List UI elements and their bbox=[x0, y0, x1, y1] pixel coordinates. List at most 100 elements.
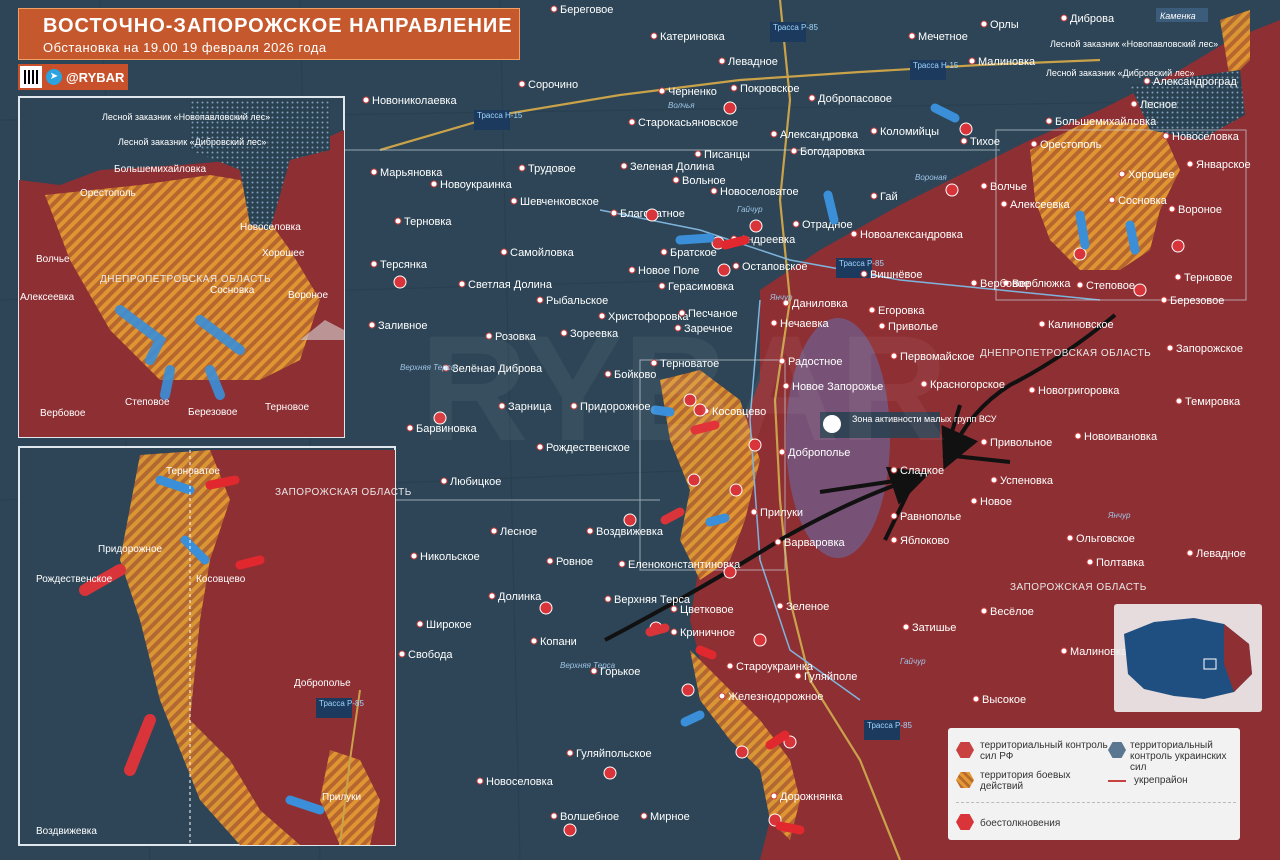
town-marker bbox=[536, 296, 544, 304]
clash-icon bbox=[687, 473, 701, 487]
town-marker bbox=[660, 248, 668, 256]
road-label: Трасса Р-85 bbox=[839, 259, 884, 268]
town-label: Полтавка bbox=[1096, 557, 1145, 569]
town-marker bbox=[1130, 100, 1138, 108]
town-marker bbox=[850, 230, 858, 238]
inset-1-town-label: Терновое bbox=[265, 402, 310, 413]
town-marker bbox=[1186, 160, 1194, 168]
fortified-swatch bbox=[1108, 780, 1126, 782]
movement-arrow bbox=[680, 710, 705, 727]
town-label: Ольговское bbox=[1076, 533, 1135, 545]
inset-2-town-label: Доброполье bbox=[294, 677, 351, 689]
oblast-zap-label: ЗАПОРОЖСКАЯ ОБЛАСТЬ bbox=[1010, 582, 1147, 593]
town-marker bbox=[518, 164, 526, 172]
town-marker bbox=[960, 137, 968, 145]
town-label: Новоселовка bbox=[486, 776, 554, 788]
town-label: Новониколаевка bbox=[372, 95, 457, 107]
town-label: Степовое bbox=[1086, 280, 1135, 292]
brand-badge[interactable]: ➤ @RYBAR bbox=[18, 64, 128, 90]
map-legend: территориальный контроль сил РФ территор… bbox=[948, 728, 1240, 840]
telegram-icon: ➤ bbox=[46, 69, 62, 85]
town-marker bbox=[640, 812, 648, 820]
town-label: Широкое bbox=[426, 619, 472, 631]
town-label: Дорожнянка bbox=[780, 791, 843, 803]
town-label: Весёлое bbox=[990, 606, 1034, 618]
town-marker bbox=[968, 57, 976, 65]
river-label: Вороная bbox=[915, 173, 948, 182]
clash-icon bbox=[959, 122, 973, 136]
town-marker bbox=[398, 650, 406, 658]
clash-icon bbox=[723, 101, 737, 115]
clash-icon bbox=[681, 683, 695, 697]
town-label: Гуляйпольское bbox=[576, 748, 652, 760]
reserve-novopavlovsky-label: Лесной заказник «Новопавловский лес» bbox=[1050, 39, 1218, 49]
town-marker bbox=[990, 476, 998, 484]
town-label: Цветковое bbox=[680, 604, 734, 616]
town-marker bbox=[1174, 273, 1182, 281]
town-label: Покровское bbox=[740, 83, 799, 95]
town-marker bbox=[1186, 549, 1194, 557]
town-marker bbox=[718, 57, 726, 65]
clash-icon bbox=[1073, 247, 1087, 261]
town-label: Затишье bbox=[912, 622, 956, 634]
movement-arrow bbox=[695, 645, 717, 660]
town-marker bbox=[628, 266, 636, 274]
inset-1-town-label: Сосновка bbox=[210, 285, 255, 296]
clash-icon bbox=[645, 208, 659, 222]
town-marker bbox=[1060, 647, 1068, 655]
town-marker bbox=[794, 672, 802, 680]
map-header: ВОСТОЧНО-ЗАПОРОЖСКОЕ НАПРАВЛЕНИЕ Обстано… bbox=[18, 8, 520, 60]
town-marker bbox=[1038, 320, 1046, 328]
town-marker bbox=[1030, 140, 1038, 148]
river-label: Гайчур bbox=[900, 657, 926, 666]
inset-1 bbox=[18, 96, 345, 438]
town-label: Большемихайловка bbox=[1055, 116, 1157, 128]
qr-code-icon bbox=[20, 66, 42, 88]
town-label: Гай bbox=[880, 191, 898, 203]
town-marker bbox=[550, 5, 558, 13]
inset-1-town-label: Степовое bbox=[125, 397, 170, 408]
town-label: Лесное bbox=[500, 526, 537, 538]
town-label: Катериновка bbox=[660, 31, 726, 43]
town-marker bbox=[440, 477, 448, 485]
town-label: Остаповское bbox=[742, 261, 808, 273]
town-label: Светлая Долина bbox=[468, 279, 553, 291]
movement-arrow bbox=[675, 233, 715, 245]
town-marker bbox=[980, 438, 988, 446]
movement-arrow bbox=[775, 821, 805, 835]
road-label: Трасса Н-15 bbox=[913, 61, 959, 70]
road-label: Трасса Р-85 bbox=[867, 721, 912, 730]
clash-icon bbox=[723, 565, 737, 579]
inset-2-town-label: Воздвижевка bbox=[36, 826, 97, 837]
inset-2-town-label: Терноватое bbox=[166, 466, 220, 477]
town-marker bbox=[970, 497, 978, 505]
town-label: Терсянка bbox=[380, 259, 428, 271]
town-marker bbox=[650, 32, 658, 40]
inset-1-town-label: Орестополь bbox=[80, 188, 136, 199]
town-label: Тихое bbox=[970, 136, 1000, 148]
page-title: ВОСТОЧНО-ЗАПОРОЖСКОЕ НАПРАВЛЕНИЕ bbox=[43, 15, 513, 37]
clash-icon bbox=[603, 766, 617, 780]
town-label: Успеновка bbox=[1000, 475, 1054, 487]
town-label: Алексеевка bbox=[1010, 199, 1070, 211]
town-marker bbox=[476, 777, 484, 785]
town-marker bbox=[890, 512, 898, 520]
town-label: Терновое bbox=[1184, 272, 1233, 284]
town-label: Черненко bbox=[668, 86, 717, 98]
town-marker bbox=[670, 628, 678, 636]
town-label: Терновка bbox=[404, 216, 452, 228]
town-label: Ровное bbox=[556, 556, 593, 568]
clash-icon bbox=[945, 183, 959, 197]
inset-2-oblast-label: ЗАПОРОЖСКАЯ ОБЛАСТЬ bbox=[275, 487, 412, 498]
town-marker bbox=[488, 592, 496, 600]
town-label: Вишнёвое bbox=[870, 269, 922, 281]
town-marker bbox=[980, 20, 988, 28]
town-label: Варваровка bbox=[784, 537, 846, 549]
page-subtitle: Обстановка на 19.00 19 февраля 2026 года bbox=[43, 40, 327, 55]
movement-arrow bbox=[720, 235, 750, 250]
town-marker bbox=[1076, 281, 1084, 289]
town-label: Вороное bbox=[1178, 204, 1222, 216]
clash-icon bbox=[393, 275, 407, 289]
town-marker bbox=[1086, 558, 1094, 566]
town-marker bbox=[518, 80, 526, 88]
